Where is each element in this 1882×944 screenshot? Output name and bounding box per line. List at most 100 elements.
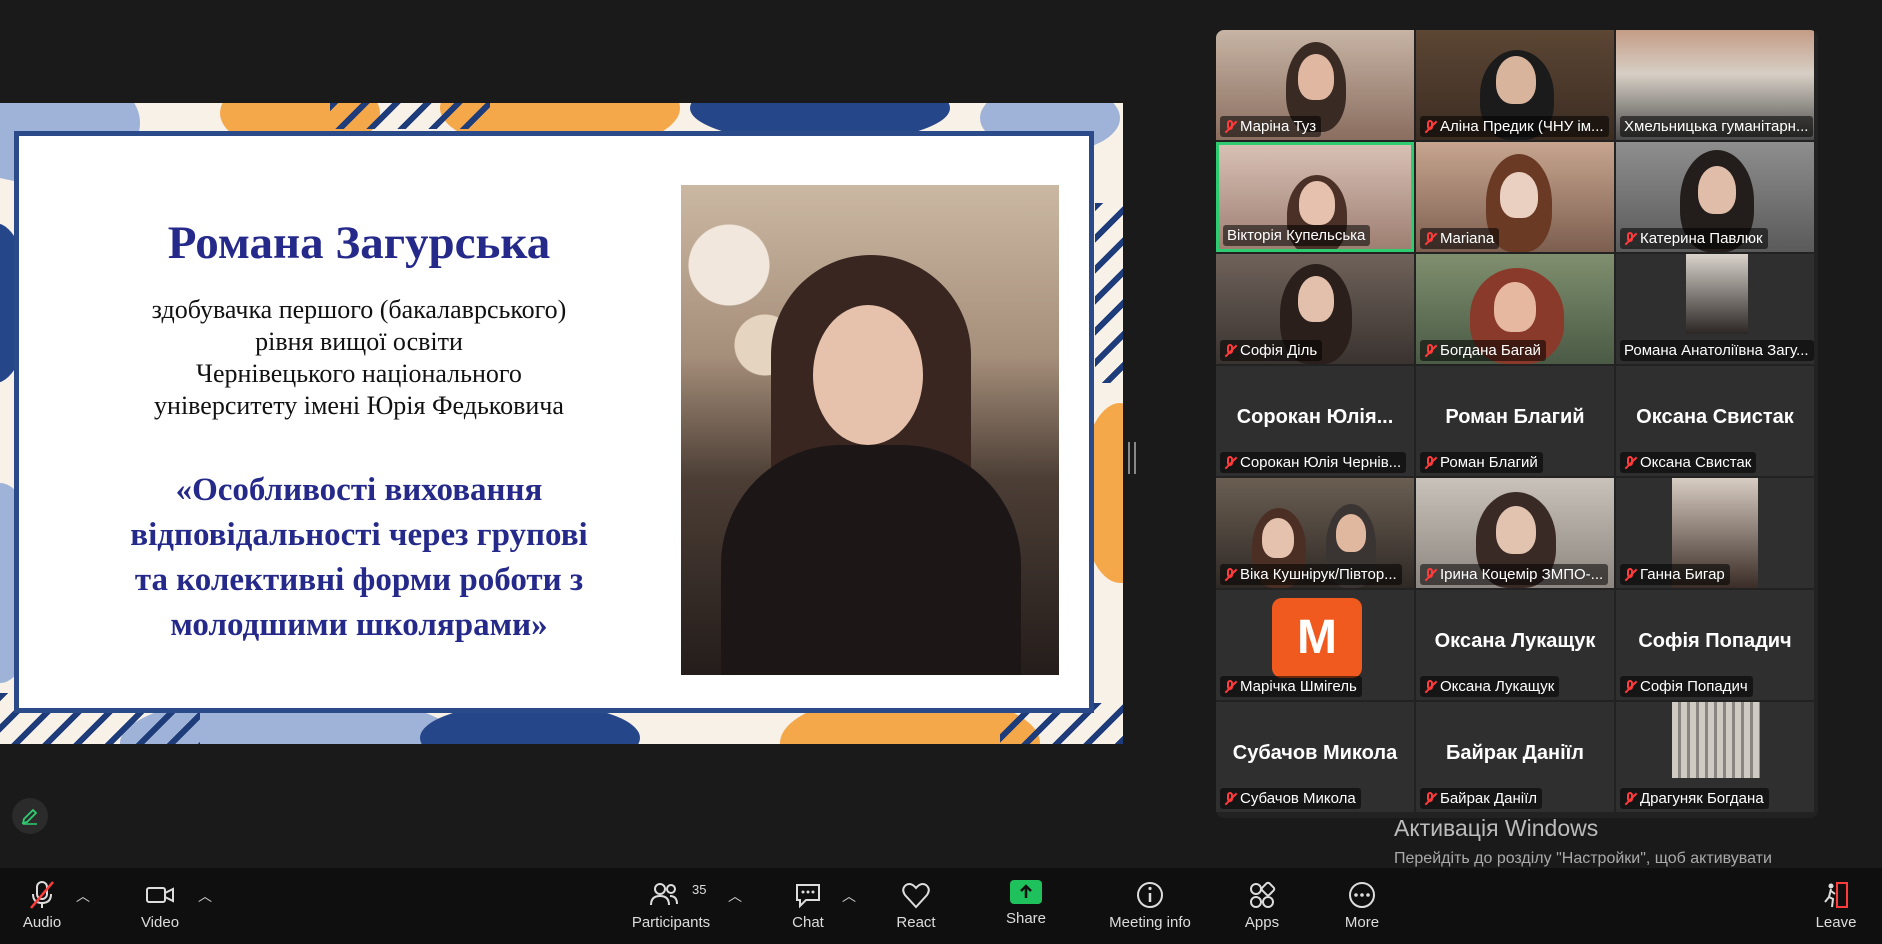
topic-line: відповідальності через групові [130, 517, 588, 553]
video-thumbnail [1672, 702, 1760, 778]
participant-tile[interactable]: Субачов Микола Субачов Микола [1216, 702, 1414, 812]
participant-tile[interactable]: M Марічка Шмігель [1216, 590, 1414, 700]
participant-label: Роман Благий [1420, 452, 1543, 473]
participant-label: Байрак Даніїл [1420, 788, 1543, 809]
participant-label: Марічка Шмігель [1220, 676, 1362, 697]
participant-label: Ірина Коцемір ЗМПО-... [1420, 564, 1609, 585]
participant-tile[interactable]: Mariana [1416, 142, 1614, 252]
video-options-caret[interactable]: ︿ [198, 886, 212, 906]
participant-display-name: Субачов Микола [1232, 742, 1398, 764]
presentation-slide: Романа Загурська здобувачка першого (бак… [0, 103, 1123, 744]
participant-display-name: Роман Благий [1445, 406, 1585, 428]
apps-button[interactable]: Apps [1232, 880, 1292, 940]
participant-tile-active-speaker[interactable]: Вікторія Купельська [1216, 142, 1414, 252]
subtitle-line: Чернівецького національного [196, 359, 522, 388]
participant-tile[interactable]: Маріна Туз [1216, 30, 1414, 140]
meeting-info-button[interactable]: Meeting info [1100, 880, 1200, 940]
splitter-handle[interactable] [1128, 442, 1136, 474]
participant-label: Драгуняк Богдана [1620, 788, 1769, 809]
participant-display-name: Софія Попадич [1638, 630, 1792, 652]
participant-tile[interactable]: Софія Діль [1216, 254, 1414, 364]
presenter-subtitle: здобувачка першого (бакалаврського) рівн… [49, 294, 669, 422]
participants-icon-wrap: 35 [626, 880, 716, 914]
participant-tile[interactable]: Роман Благий Роман Благий [1416, 366, 1614, 476]
mic-muted-icon [1224, 791, 1236, 806]
more-icon [1349, 882, 1375, 908]
participant-tile[interactable]: Хмельницька гуманітарн... [1616, 30, 1814, 140]
participant-name: Драгуняк Богдана [1640, 790, 1764, 807]
presentation-topic: «Особливості виховання відповідальності … [49, 468, 669, 648]
participant-label: Оксана Лукащук [1420, 676, 1560, 697]
photo-face [813, 305, 923, 445]
mic-muted-icon [1424, 119, 1436, 134]
participant-tile[interactable]: Байрак Даніїл Байрак Даніїл [1416, 702, 1614, 812]
share-label: Share [1005, 910, 1047, 927]
participant-label: Маріна Туз [1220, 116, 1322, 137]
subtitle-line: університету імені Юрія Федьковича [154, 391, 564, 420]
annotate-pen-button[interactable] [12, 798, 48, 834]
participant-tile[interactable]: Богдана Багай [1416, 254, 1614, 364]
participant-tile[interactable]: Сорокан Юлія... Сорокан Юлія Чернів... [1216, 366, 1414, 476]
participant-label: Богдана Багай [1420, 340, 1546, 361]
audio-options-caret[interactable]: ︿ [76, 886, 90, 906]
person-face [1262, 518, 1294, 558]
mic-muted-icon [1424, 231, 1436, 246]
participants-count: 35 [692, 882, 707, 897]
mic-muted-icon [1424, 567, 1436, 582]
person-face [1494, 282, 1536, 332]
participants-options-caret[interactable]: ︿ [728, 886, 742, 906]
participant-name: Роман Благий [1440, 454, 1538, 471]
participant-display-name: Оксана Свистак [1636, 406, 1794, 428]
person-face [1298, 276, 1334, 322]
person-face [1336, 514, 1366, 552]
participant-label: Ганна Бигар [1620, 564, 1730, 585]
apps-icon [1250, 881, 1276, 908]
participant-tile[interactable]: Софія Попадич Софія Попадич [1616, 590, 1814, 700]
participant-name: Вікторія Купельська [1227, 227, 1366, 244]
participant-name: Катерина Павлюк [1640, 230, 1763, 247]
participant-avatar: M [1272, 598, 1362, 678]
participant-label: Катерина Павлюк [1620, 228, 1768, 249]
participant-name: Ганна Бигар [1640, 566, 1725, 583]
share-button[interactable]: Share [996, 880, 1056, 940]
topic-line: молодшими школярами» [170, 607, 548, 643]
chat-options-caret[interactable]: ︿ [842, 886, 856, 906]
more-button[interactable]: More [1332, 880, 1392, 940]
mic-muted-icon [1624, 231, 1636, 246]
participant-tile[interactable]: Катерина Павлюк [1616, 142, 1814, 252]
mic-muted-icon [1224, 343, 1236, 358]
chat-button[interactable]: Chat [778, 880, 838, 940]
participant-tile[interactable]: Драгуняк Богдана [1616, 702, 1814, 812]
participant-name: Романа Анатоліївна Загу... [1624, 342, 1809, 359]
apps-label: Apps [1244, 914, 1280, 931]
mic-muted-icon [1224, 679, 1236, 694]
participant-tile[interactable]: Аліна Предик (ЧНУ ім... [1416, 30, 1614, 140]
mic-muted-icon [1624, 455, 1636, 470]
participant-name: Mariana [1440, 230, 1495, 247]
participant-label: Вікторія Купельська [1223, 225, 1371, 246]
person-face [1496, 506, 1536, 554]
participants-label: Participants [631, 914, 711, 931]
participant-name: Маріна Туз [1240, 118, 1317, 135]
person-face [1500, 172, 1538, 218]
participant-tile[interactable]: Віка Кушнірук/Півтор... [1216, 478, 1414, 588]
mic-muted-icon [1424, 679, 1436, 694]
participant-tile[interactable]: Романа Анатоліївна Загу... [1616, 254, 1814, 364]
audio-button[interactable]: Audio [12, 880, 72, 940]
participant-name: Ірина Коцемір ЗМПО-... [1440, 566, 1604, 583]
participant-name: Оксана Свистак [1640, 454, 1752, 471]
participant-label: Субачов Микола [1220, 788, 1361, 809]
video-button[interactable]: Video [130, 880, 190, 940]
participants-button[interactable]: 35 Participants [626, 880, 716, 940]
mic-muted-icon [1224, 119, 1236, 134]
participant-name: Віка Кушнірук/Півтор... [1240, 566, 1397, 583]
participant-name: Хмельницька гуманітарн... [1624, 118, 1809, 135]
mic-muted-icon [30, 881, 54, 909]
participant-tile[interactable]: Оксана Свистак Оксана Свистак [1616, 366, 1814, 476]
presenter-photo [681, 185, 1059, 675]
participant-tile[interactable]: Ірина Коцемір ЗМПО-... [1416, 478, 1614, 588]
leave-button[interactable]: Leave [1806, 880, 1866, 940]
react-button[interactable]: React [886, 880, 946, 940]
participant-tile[interactable]: Ганна Бигар [1616, 478, 1814, 588]
participant-tile[interactable]: Оксана Лукащук Оксана Лукащук [1416, 590, 1614, 700]
